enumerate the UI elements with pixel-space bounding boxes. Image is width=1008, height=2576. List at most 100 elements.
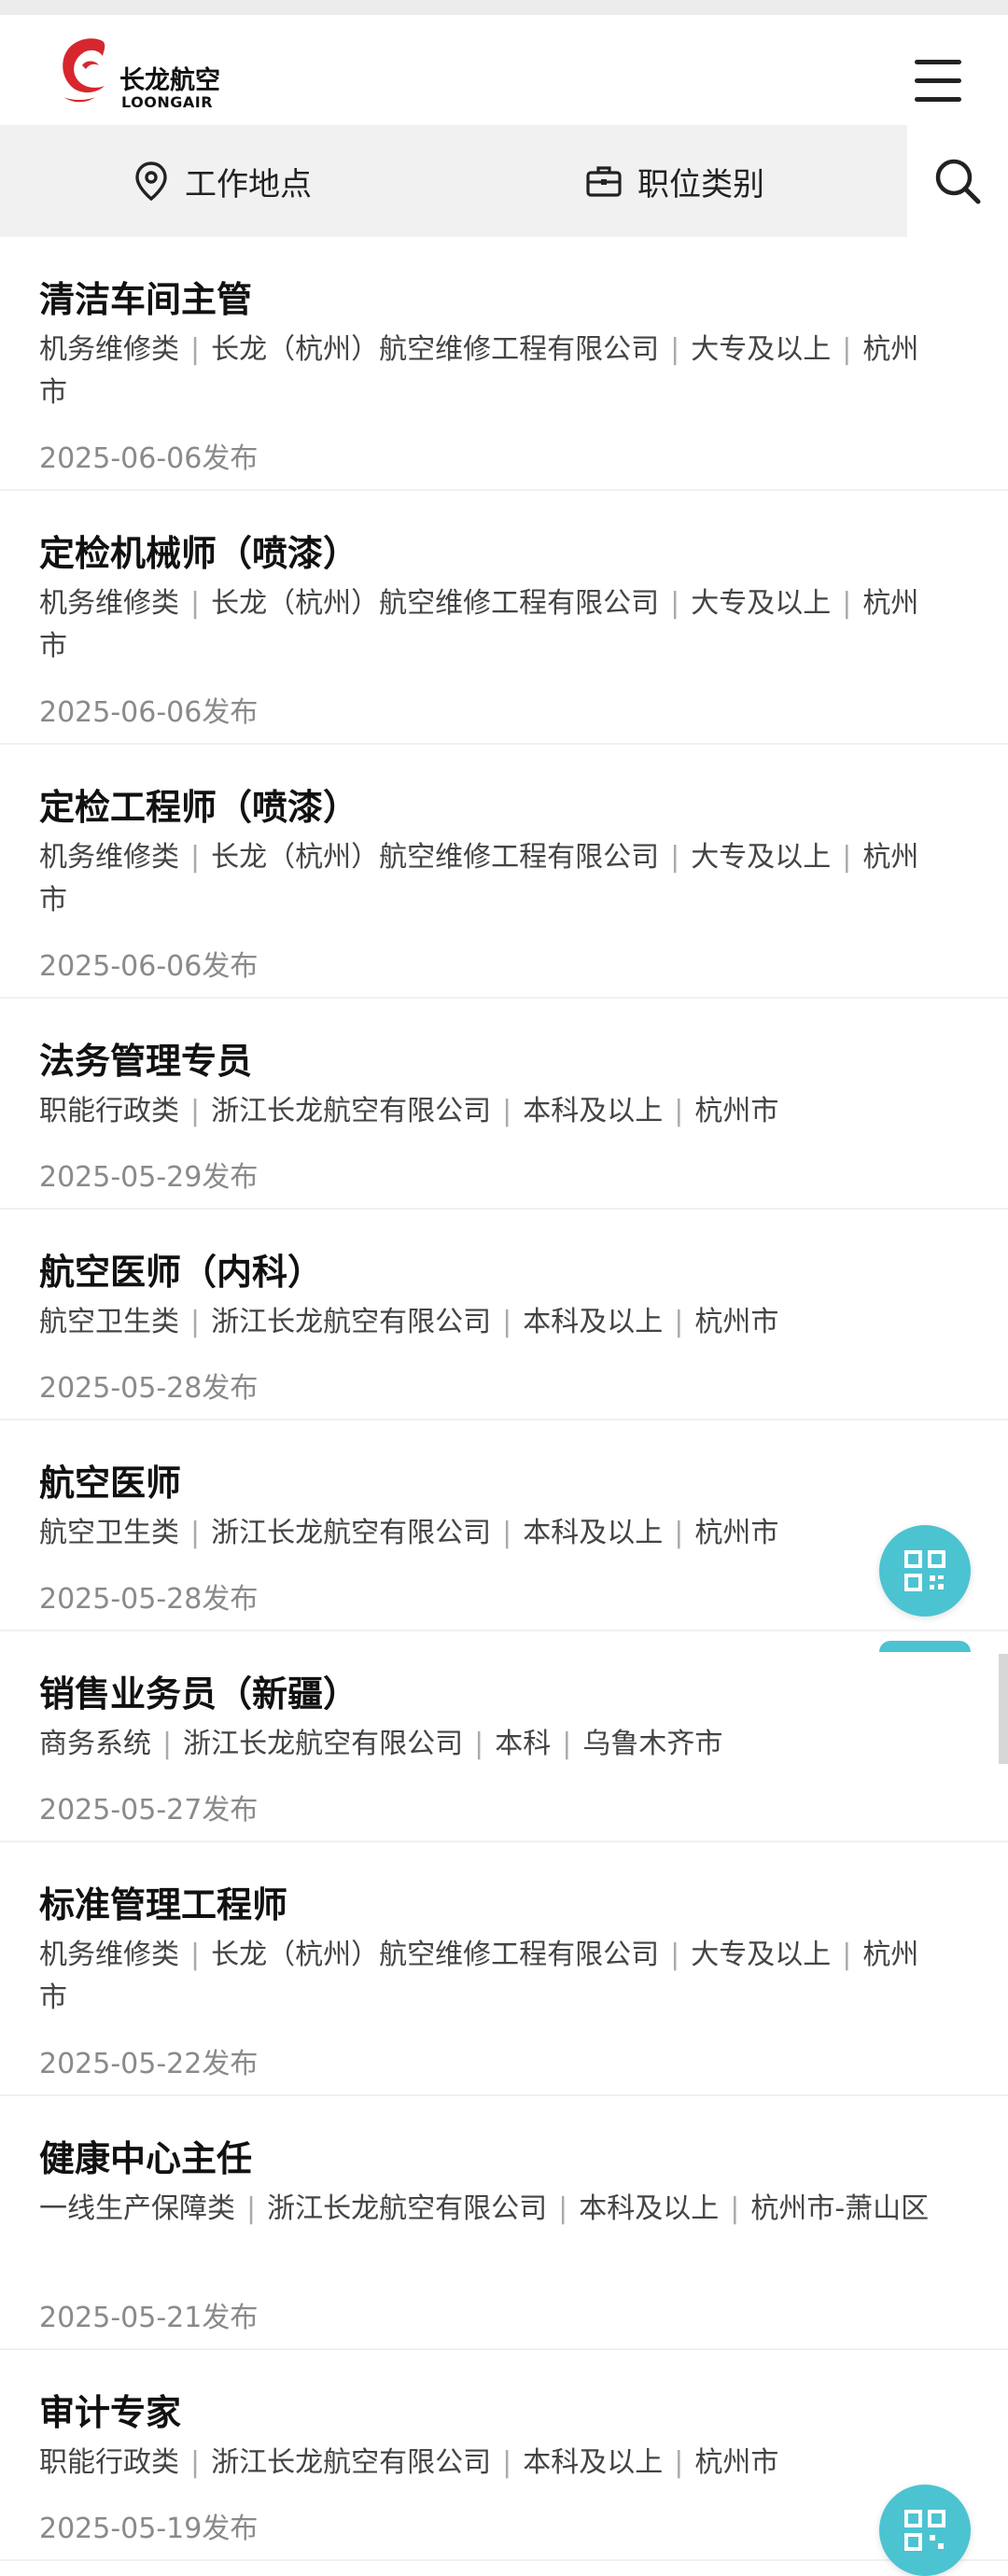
job-education: 大专及以上	[691, 333, 832, 366]
brand-name-en: LOONGAIR	[121, 93, 214, 111]
search-button[interactable]	[907, 125, 1008, 237]
qr-code-button-bottom[interactable]	[879, 2485, 971, 2576]
qr-code-icon	[904, 2510, 945, 2551]
job-item[interactable]: 航空医师 航空卫生类 | 浙江长龙航空有限公司 | 本科及以上 | 杭州市 2025-05-28…	[0, 1421, 1008, 1631]
job-company: 长龙（杭州）航空维修工程有限公司	[211, 333, 660, 366]
job-meta: 航空卫生类 | 浙江长龙航空有限公司 | 本科及以上 | 杭州市	[39, 1301, 935, 1344]
job-date: 2025-06-06发布	[39, 950, 259, 983]
meta-divider: |	[190, 1095, 201, 1127]
brand-name-cn: 长龙航空	[119, 66, 220, 95]
job-item[interactable]: 清洁车间主管 机务维修类 | 长龙（杭州）航空维修工程有限公司 | 大专及以上 | 杭州市 20…	[0, 237, 1008, 491]
job-item[interactable]: 审计专家 职能行政类 | 浙江长龙航空有限公司 | 本科及以上 | 杭州市 2025-05-19…	[0, 2350, 1008, 2561]
job-title[interactable]: 审计专家	[39, 2395, 181, 2430]
job-education: 大专及以上	[691, 841, 832, 874]
job-location: 乌鲁木齐市	[582, 1728, 723, 1760]
meta-divider: |	[162, 1728, 173, 1760]
job-item[interactable]: 销售业务员（新疆） 商务系统 | 浙江长龙航空有限公司 | 本科 | 乌鲁木齐市 2025-05…	[0, 1631, 1008, 1842]
job-location: 杭州市-萧山区	[750, 2192, 930, 2225]
status-strip	[0, 0, 1008, 15]
meta-divider: |	[842, 333, 852, 366]
job-category: 机务维修类	[39, 333, 179, 366]
job-title[interactable]: 航空医师（内科）	[39, 1254, 323, 1290]
job-category: 职能行政类	[39, 1095, 179, 1127]
meta-divider: |	[190, 1517, 201, 1549]
job-date: 2025-06-06发布	[39, 442, 259, 475]
job-title[interactable]: 法务管理专员	[39, 1043, 252, 1079]
job-date: 2025-05-29发布	[39, 1161, 259, 1194]
job-category: 商务系统	[39, 1728, 151, 1760]
job-date: 2025-05-28发布	[39, 1372, 259, 1405]
meta-divider: |	[190, 2446, 201, 2479]
job-title[interactable]: 健康中心主任	[39, 2141, 252, 2177]
meta-divider: |	[246, 2192, 257, 2225]
meta-divider: |	[502, 1095, 512, 1127]
job-item[interactable]: 航空医师（内科） 航空卫生类 | 浙江长龙航空有限公司 | 本科及以上 | 杭州市 2025-0…	[0, 1210, 1008, 1421]
job-education: 本科及以上	[523, 1517, 664, 1549]
job-date: 2025-05-21发布	[39, 2302, 259, 2334]
job-title[interactable]: 清洁车间主管	[39, 282, 252, 317]
job-category: 一线生产保障类	[39, 2192, 235, 2225]
job-company: 浙江长龙航空有限公司	[183, 1728, 464, 1760]
job-meta: 职能行政类 | 浙江长龙航空有限公司 | 本科及以上 | 杭州市	[39, 2442, 935, 2485]
job-education: 大专及以上	[691, 587, 832, 620]
job-category: 机务维修类	[39, 1939, 179, 1971]
job-item[interactable]: 法务管理专员职能行政类 | 浙江长龙航空有限公司 | 本科及以上 | 杭州市 2025-05-…	[0, 999, 1008, 1210]
job-meta: 一线生产保障类 | 浙江长龙航空有限公司 | 本科及以上 | 杭州市-萧山区	[39, 2188, 935, 2231]
job-title[interactable]: 定检工程师（喷漆）	[39, 790, 358, 825]
job-date: 2025-05-19发布	[39, 2513, 259, 2545]
job-list: 清洁车间主管 机务维修类 | 长龙（杭州）航空维修工程有限公司 | 大专及以上 | 杭州市 20…	[0, 237, 1008, 2561]
qr-code-icon	[904, 1550, 945, 1591]
job-education: 本科及以上	[523, 1095, 664, 1127]
meta-divider: |	[190, 587, 201, 620]
meta-divider: |	[474, 1728, 484, 1760]
meta-divider: |	[730, 2192, 740, 2225]
meta-divider: |	[842, 841, 852, 874]
dragon-logo-icon	[63, 38, 105, 103]
job-item[interactable]: 健康中心主任 一线生产保障类 | 浙江长龙航空有限公司 | 本科及以上 | 杭州市-萧山区 20…	[0, 2096, 1008, 2350]
job-title[interactable]: 销售业务员（新疆）	[39, 1676, 358, 1712]
meta-divider: |	[674, 1095, 684, 1127]
meta-divider: |	[190, 333, 201, 366]
meta-divider: |	[562, 1728, 572, 1760]
scrollbar[interactable]	[999, 1654, 1008, 1764]
job-item[interactable]: 定检工程师（喷漆） 机务维修类 | 长龙（杭州）航空维修工程有限公司 | 大专及以上 | 杭州…	[0, 745, 1008, 999]
job-location: 杭州市	[694, 1095, 779, 1127]
job-meta: 机务维修类 | 长龙（杭州）航空维修工程有限公司 | 大专及以上 | 杭州市	[39, 1934, 935, 2020]
meta-divider: |	[190, 841, 201, 874]
menu-icon[interactable]	[915, 60, 961, 103]
location-filter[interactable]: 工作地点	[131, 125, 312, 237]
job-education: 本科及以上	[523, 1306, 664, 1338]
job-company: 浙江长龙航空有限公司	[267, 2192, 548, 2225]
loongair-logo[interactable]: 长龙航空 LOONGAIR	[54, 32, 231, 116]
job-meta: 机务维修类 | 长龙（杭州）航空维修工程有限公司 | 大专及以上 | 杭州市	[39, 329, 935, 414]
job-company: 浙江长龙航空有限公司	[211, 1095, 492, 1127]
meta-divider: |	[670, 1939, 680, 1971]
meta-divider: |	[190, 1306, 201, 1338]
job-company: 长龙（杭州）航空维修工程有限公司	[211, 1939, 660, 1971]
job-date: 2025-05-28发布	[39, 1583, 259, 1616]
meta-divider: |	[670, 333, 680, 366]
meta-divider: |	[674, 1517, 684, 1549]
job-location: 杭州市	[694, 2446, 779, 2479]
job-item[interactable]: 定检机械师（喷漆） 机务维修类 | 长龙（杭州）航空维修工程有限公司 | 大专及以上 | 杭州…	[0, 491, 1008, 745]
job-title[interactable]: 定检机械师（喷漆）	[39, 536, 358, 571]
qr-code-button[interactable]	[879, 1525, 971, 1617]
location-pin-icon	[131, 161, 172, 202]
job-category: 机务维修类	[39, 841, 179, 874]
category-filter[interactable]: 职位类别	[583, 125, 764, 237]
job-meta: 机务维修类 | 长龙（杭州）航空维修工程有限公司 | 大专及以上 | 杭州市	[39, 836, 935, 922]
job-meta: 职能行政类 | 浙江长龙航空有限公司 | 本科及以上 | 杭州市	[39, 1090, 935, 1133]
job-title[interactable]: 标准管理工程师	[39, 1887, 287, 1923]
job-meta: 商务系统 | 浙江长龙航空有限公司 | 本科 | 乌鲁木齐市	[39, 1723, 935, 1766]
job-company: 长龙（杭州）航空维修工程有限公司	[211, 841, 660, 874]
job-category: 职能行政类	[39, 2446, 179, 2479]
job-education: 大专及以上	[691, 1939, 832, 1971]
job-title[interactable]: 航空医师	[39, 1465, 181, 1501]
job-date: 2025-05-27发布	[39, 1794, 259, 1827]
meta-divider: |	[502, 1306, 512, 1338]
job-item[interactable]: 标准管理工程师 机务维修类 | 长龙（杭州）航空维修工程有限公司 | 大专及以上 | 杭州市 2…	[0, 1842, 1008, 2096]
meta-divider: |	[674, 1306, 684, 1338]
floating-button-partial[interactable]	[879, 1641, 971, 1652]
job-category: 航空卫生类	[39, 1306, 179, 1338]
meta-divider: |	[670, 587, 680, 620]
